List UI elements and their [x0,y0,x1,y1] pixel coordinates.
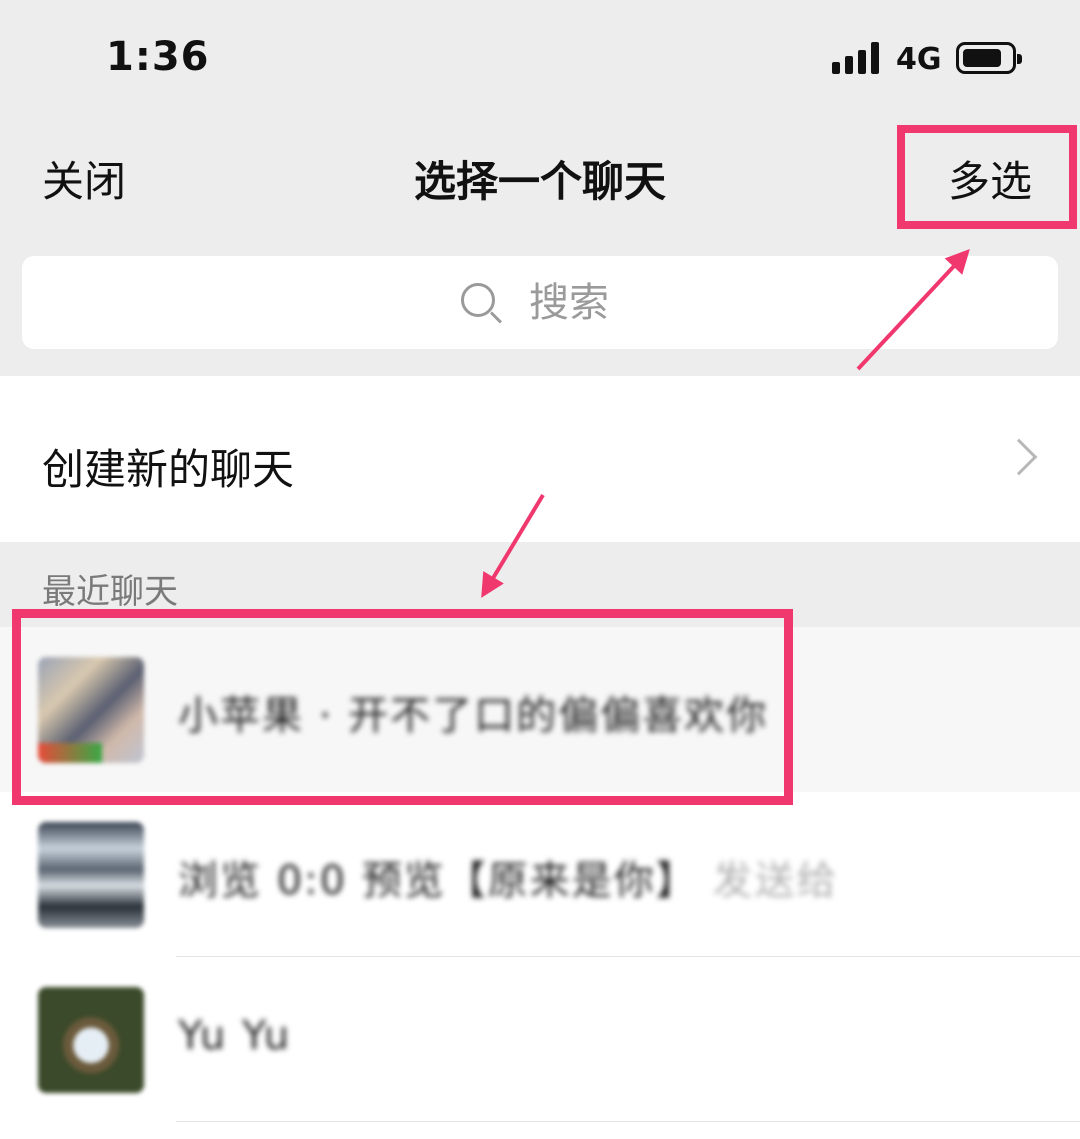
highlight-box-multi-select [897,125,1077,229]
avatar [38,822,144,928]
chat-row[interactable]: Yu Yu [0,957,1080,1122]
create-chat-label: 创建新的聊天 [42,445,295,494]
search-icon [461,282,502,323]
status-time: 1:36 [106,34,210,80]
chat-name: 浏览 0:0 预览【原来是你】 [178,858,698,904]
signal-icon [832,42,882,74]
highlight-box-first-chat [12,609,793,805]
avatar [38,987,144,1093]
chat-name: Yu Yu [178,1013,292,1059]
network-type: 4G [896,42,942,77]
close-button[interactable]: 关闭 [42,148,126,209]
chat-name-extra: 发送给 [712,858,839,904]
chat-name-wrap: 浏览 0:0 预览【原来是你】 发送给 [178,848,839,906]
battery-icon [956,42,1022,74]
chat-row[interactable]: 浏览 0:0 预览【原来是你】 发送给 [0,792,1080,957]
section-label: 最近聊天 [42,572,178,612]
chevron-right-icon [1000,438,1038,476]
search-input[interactable] [529,279,619,326]
search-bar[interactable] [22,256,1058,349]
divider [176,1121,1080,1122]
create-chat-row[interactable]: 创建新的聊天 [0,376,1080,542]
